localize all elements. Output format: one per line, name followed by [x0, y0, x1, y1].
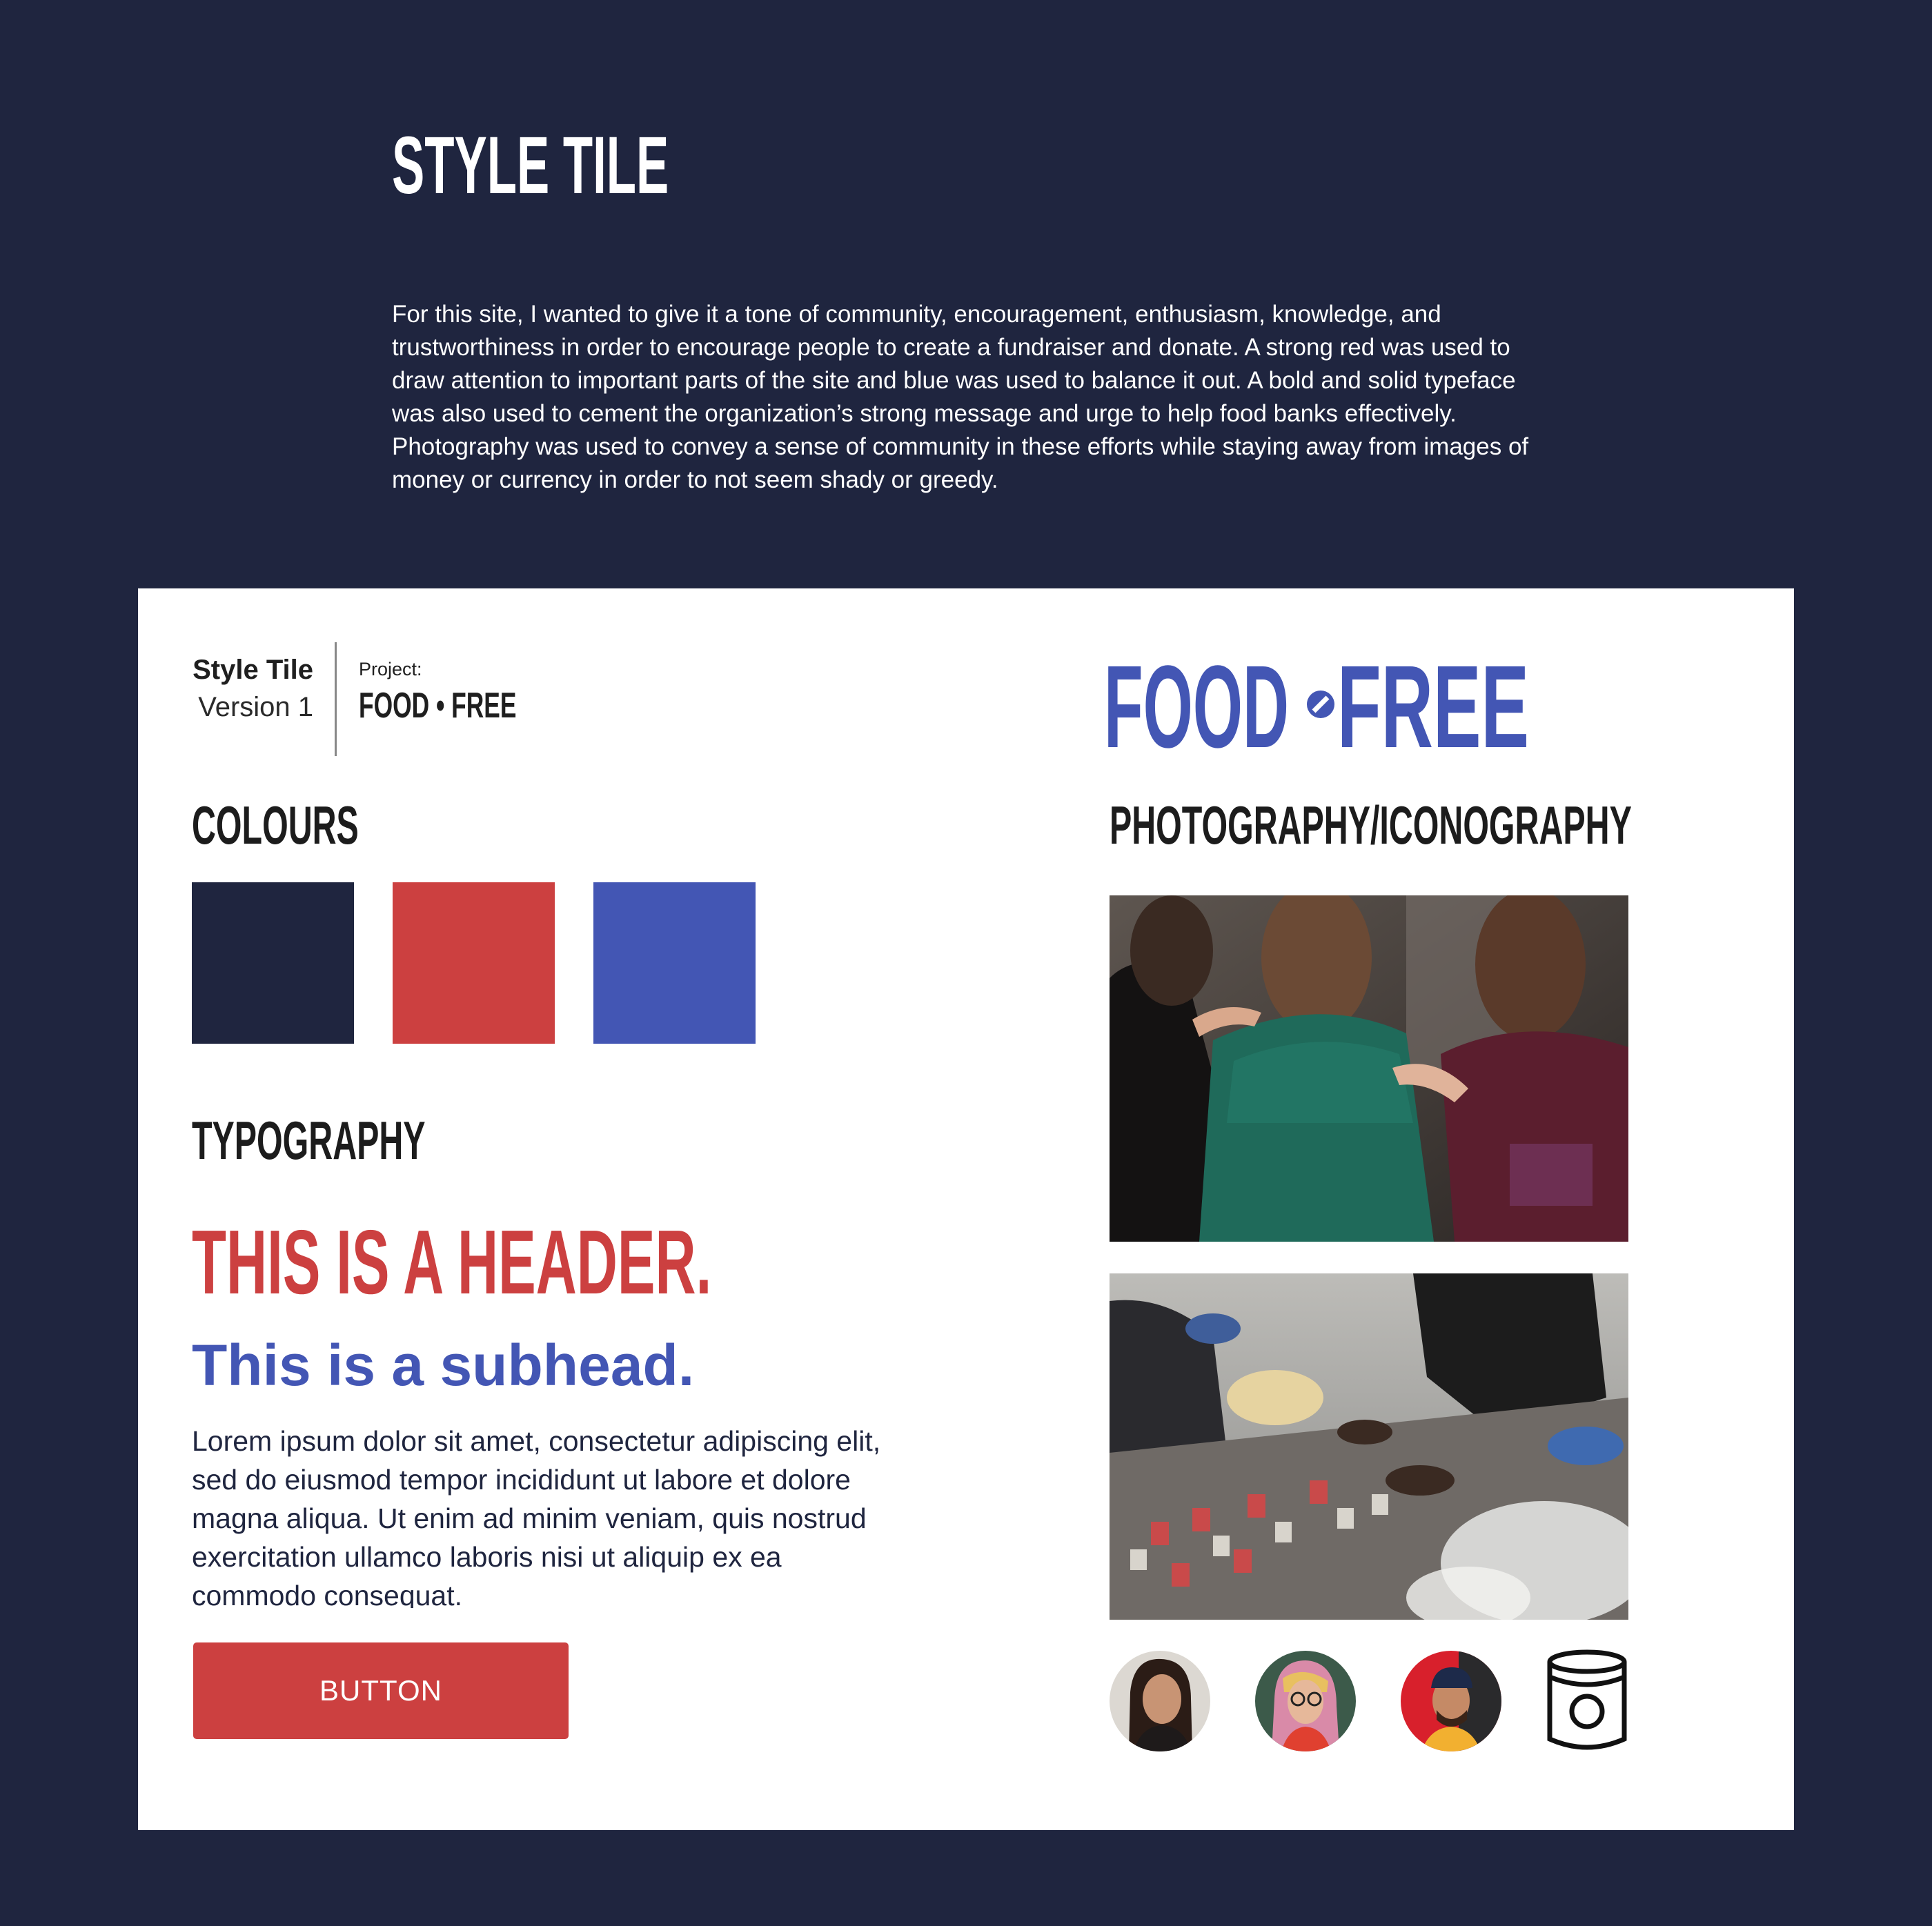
avatar-woman-colorful-hair: [1255, 1651, 1356, 1751]
sample-subhead: This is a subhead.: [192, 1333, 695, 1398]
meta-divider: [335, 642, 337, 756]
swatch-red: [393, 882, 555, 1044]
tile-meta: Style Tile Version 1: [192, 652, 313, 726]
photography-heading: PHOTOGRAPHY/ICONOGRAPHY: [1110, 795, 1632, 855]
food-free-logo: FOOD FREE: [1104, 651, 1529, 761]
volunteers-photo: [1110, 895, 1628, 1242]
swatch-blue: [593, 882, 756, 1044]
colours-heading: COLOURS: [192, 795, 359, 855]
logo-word-free: FREE: [1337, 651, 1529, 761]
avatar-woman-dark-hair: [1110, 1651, 1210, 1751]
avatar-man-cap: [1401, 1651, 1501, 1751]
style-tile-card: Style Tile Version 1 Project: FOOD • FRE…: [138, 588, 1794, 1830]
sample-body-text: Lorem ipsum dolor sit amet, consectetur …: [192, 1425, 881, 1608]
logo-bullet-icon: [1307, 691, 1334, 718]
project-name: FOOD • FREE: [359, 686, 517, 726]
page-title: STYLE TILE: [392, 120, 669, 211]
tile-version: Version 1: [198, 692, 313, 722]
project-label: Project:: [359, 659, 422, 679]
swatch-navy: [192, 882, 354, 1044]
food-drive-photo: [1110, 1273, 1628, 1620]
logo-word-food: FOOD: [1104, 651, 1289, 761]
sample-header: THIS IS A HEADER.: [192, 1211, 712, 1313]
canned-food-icon: [1547, 1649, 1627, 1750]
sample-button[interactable]: BUTTON: [193, 1642, 569, 1739]
typography-heading: TYPOGRAPHY: [192, 1110, 426, 1171]
tile-label: Style Tile: [193, 655, 313, 685]
intro-paragraph: For this site, I wanted to give it a ton…: [392, 301, 1529, 493]
